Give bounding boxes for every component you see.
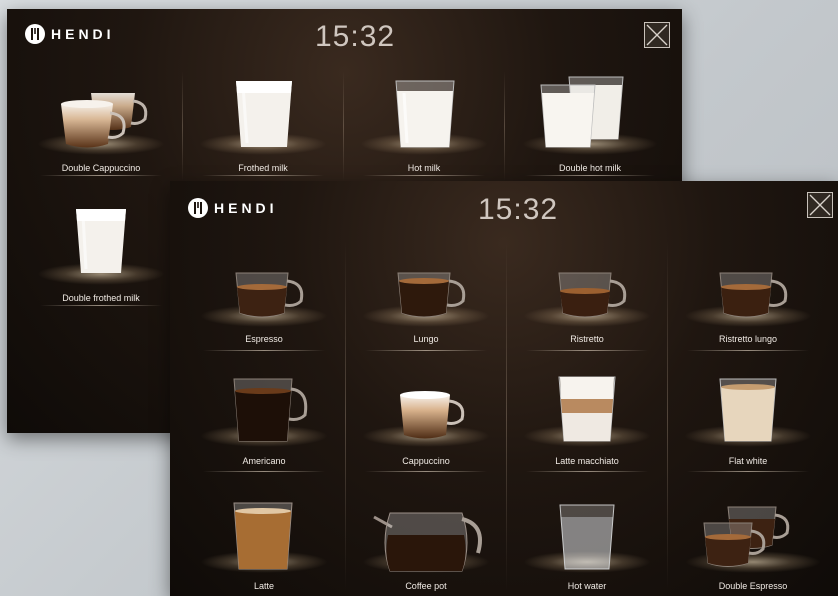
- menu-item-coffee-pot[interactable]: Coffee pot: [346, 497, 506, 596]
- clock: 15:32: [315, 20, 396, 53]
- menu-item-double-espresso[interactable]: Double Espresso: [668, 497, 838, 596]
- menu-item-label: Latte: [253, 581, 275, 591]
- front-screen-coffee-menu: HENDI 15:32 Espresso Lungo Ristretto Ris…: [170, 181, 838, 596]
- menu-item-label: Double Cappuccino: [61, 163, 141, 173]
- menu-item-label: Frothed milk: [238, 163, 288, 173]
- frothed-milk-glass-icon: [236, 81, 292, 147]
- ristretto-cup-icon: [558, 272, 627, 318]
- lungo-cup-icon: [397, 272, 466, 318]
- menu-item-double-cappuccino[interactable]: Double Cappuccino: [21, 71, 181, 186]
- ristretto-lungo-cup-icon: [719, 272, 788, 318]
- latte-glass-icon: [233, 502, 293, 570]
- menu-item-label: Ristretto: [570, 334, 604, 344]
- separator-line: [363, 175, 485, 176]
- menu-item-label: Flat white: [728, 456, 768, 466]
- separator-line: [365, 471, 487, 472]
- cutlery-logo-icon: [188, 198, 208, 218]
- separator-line: [202, 175, 324, 176]
- menu-item-label: Espresso: [245, 334, 283, 344]
- brand-name: HENDI: [51, 26, 115, 42]
- menu-item-label: Hot water: [567, 581, 607, 591]
- coffee-pot-icon: [373, 512, 482, 572]
- separator-line: [687, 471, 809, 472]
- clock: 15:32: [478, 193, 559, 226]
- separator-line: [526, 350, 648, 351]
- close-icon: [646, 24, 668, 46]
- close-icon: [809, 194, 831, 216]
- separator-line: [526, 471, 648, 472]
- flat-white-glass-icon: [719, 378, 777, 442]
- espresso-cup-icon: [235, 272, 304, 318]
- separator-line: [203, 471, 325, 472]
- cutlery-logo-icon: [25, 24, 45, 44]
- close-button[interactable]: [807, 192, 833, 218]
- separator-line: [365, 350, 487, 351]
- menu-item-ristretto-lungo[interactable]: Ristretto lungo: [668, 259, 828, 359]
- menu-item-frothed-milk[interactable]: Frothed milk: [183, 71, 343, 186]
- menu-item-label: Americano: [242, 456, 286, 466]
- double-frothed-milk-glass-icon: [76, 209, 126, 273]
- americano-cup-icon: [233, 378, 308, 442]
- menu-item-hot-milk[interactable]: Hot milk: [344, 71, 504, 186]
- separator-line: [687, 350, 809, 351]
- menu-item-label: Cappuccino: [402, 456, 450, 466]
- menu-item-label: Double hot milk: [558, 163, 622, 173]
- hot-milk-glass-icon: [395, 80, 455, 148]
- menu-item-double-frothed-milk[interactable]: Double frothed milk: [21, 201, 181, 316]
- separator-line: [203, 350, 325, 351]
- separator-line: [40, 175, 162, 176]
- double-espresso-cup-icon: [703, 506, 790, 567]
- brand-logo: HENDI: [25, 24, 115, 44]
- latte-macchiato-glass-icon: [558, 376, 616, 442]
- separator-line: [525, 175, 655, 176]
- cappuccino-cup-icon: [400, 391, 465, 439]
- double-hot-milk-glass-icon: [540, 76, 624, 148]
- menu-item-latte[interactable]: Latte: [184, 497, 344, 596]
- brand-logo: HENDI: [188, 198, 278, 218]
- close-button[interactable]: [644, 22, 670, 48]
- menu-item-label: Coffee pot: [405, 581, 447, 591]
- separator-line: [40, 305, 162, 306]
- menu-item-cappuccino[interactable]: Cappuccino: [346, 373, 506, 477]
- menu-item-latte-macchiato[interactable]: Latte macchiato: [507, 373, 667, 477]
- menu-item-label: Hot milk: [407, 163, 441, 173]
- brand-name: HENDI: [214, 200, 278, 216]
- menu-item-americano[interactable]: Americano: [184, 373, 344, 477]
- double-cappuccino-cup-icon: [61, 93, 148, 148]
- menu-item-label: Latte macchiato: [555, 456, 619, 466]
- menu-item-espresso[interactable]: Espresso: [184, 259, 344, 359]
- menu-item-flat-white[interactable]: Flat white: [668, 373, 828, 477]
- menu-item-label: Lungo: [413, 334, 439, 344]
- menu-item-hot-water[interactable]: Hot water: [507, 497, 667, 596]
- menu-item-lungo[interactable]: Lungo: [346, 259, 506, 359]
- menu-item-label: Ristretto lungo: [718, 334, 778, 344]
- menu-item-ristretto[interactable]: Ristretto: [507, 259, 667, 359]
- menu-item-label: Double Espresso: [718, 581, 788, 591]
- menu-item-double-hot-milk[interactable]: Double hot milk: [505, 71, 675, 186]
- menu-item-label: Double frothed milk: [62, 293, 140, 303]
- hot-water-glass-icon: [559, 504, 615, 570]
